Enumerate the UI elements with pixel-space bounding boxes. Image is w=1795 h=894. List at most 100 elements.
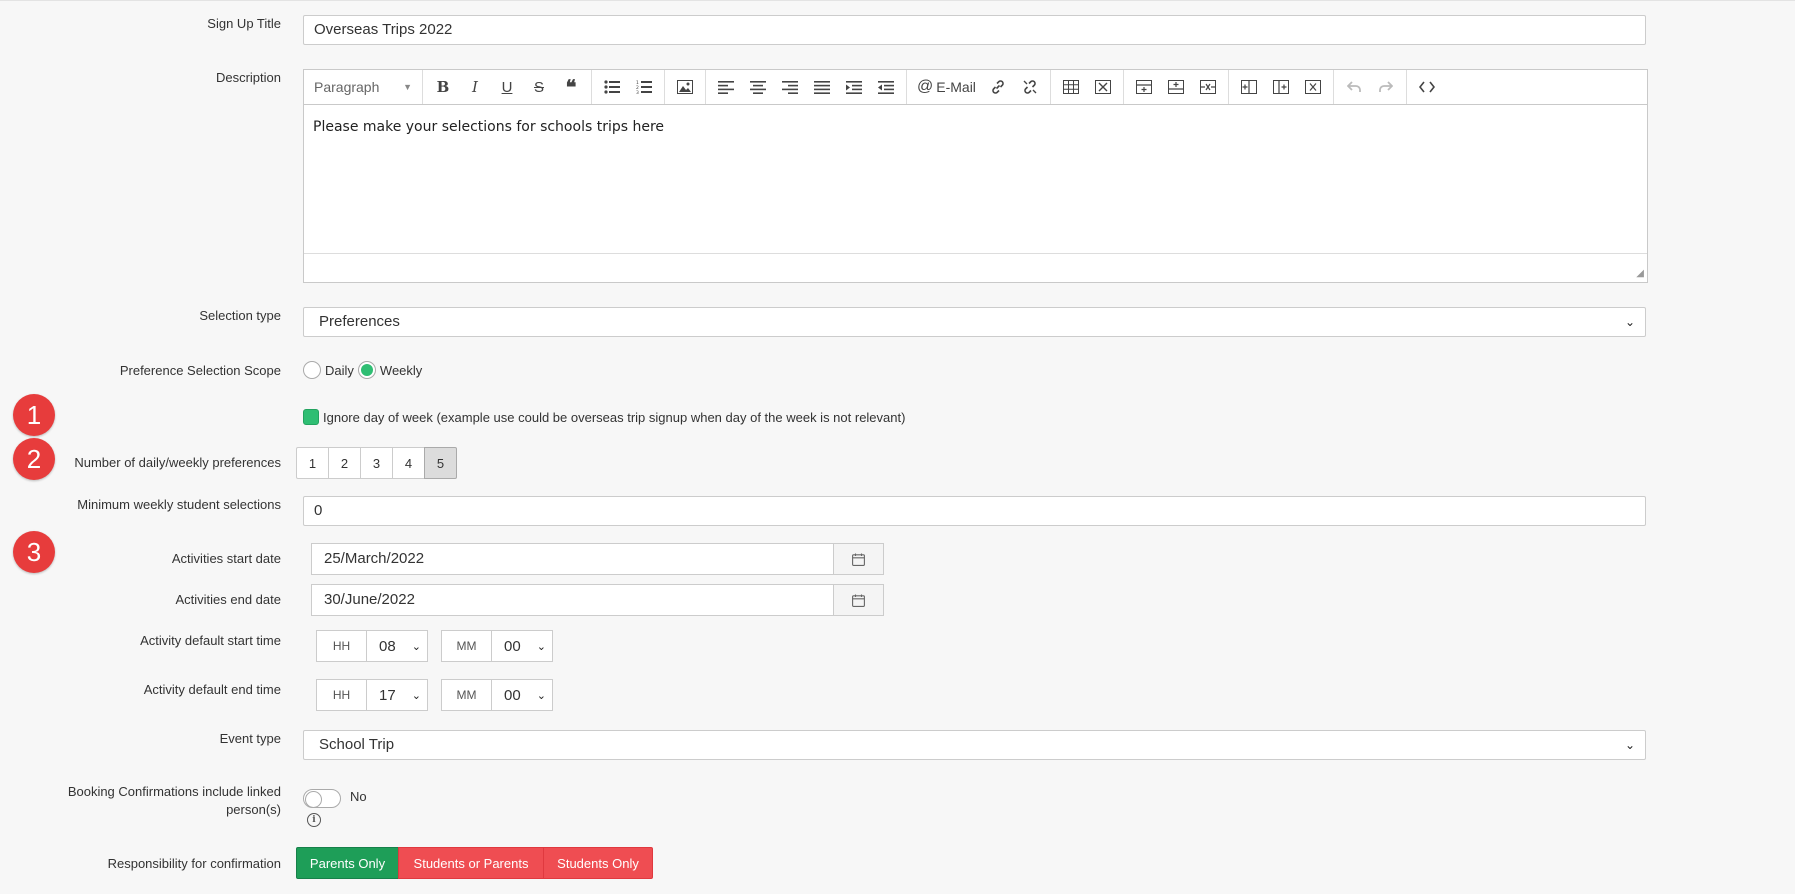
end-mm-label: MM: [441, 679, 492, 711]
default-end-time-label: Activity default end time: [143, 682, 281, 697]
step-marker-1: 1: [13, 394, 55, 436]
bullet-list-icon[interactable]: [596, 73, 628, 101]
bold-icon[interactable]: B: [427, 73, 459, 101]
chevron-down-icon: ⌄: [1624, 315, 1635, 329]
chevron-down-icon: ⌄: [536, 640, 546, 653]
email-link-button[interactable]: @ E-Mail: [911, 73, 982, 101]
pref-count-4[interactable]: 4: [392, 447, 425, 479]
table-icon[interactable]: [1055, 73, 1087, 101]
block-format-value: Paragraph: [314, 79, 380, 95]
description-label: Description: [215, 70, 281, 85]
chevron-down-icon: ⌄: [536, 689, 546, 702]
delete-column-icon[interactable]: [1297, 73, 1329, 101]
underline-icon[interactable]: U: [491, 73, 523, 101]
booking-linked-value: No: [350, 789, 367, 804]
end-hh-label: HH: [316, 679, 367, 711]
pref-count-5[interactable]: 5: [424, 447, 457, 479]
event-type-label: Event type: [219, 731, 281, 746]
step-marker-2: 2: [13, 438, 55, 480]
ignore-day-label: Ignore day of week (example use could be…: [323, 409, 906, 425]
pref-count-3[interactable]: 3: [360, 447, 393, 479]
event-type-select[interactable]: School Trip ⌄: [303, 730, 1646, 760]
undo-icon[interactable]: [1338, 73, 1370, 101]
image-icon[interactable]: [669, 73, 701, 101]
signup-title-input[interactable]: Overseas Trips 2022: [303, 15, 1646, 45]
radio-daily-label: Daily: [325, 362, 354, 378]
min-weekly-input[interactable]: 0: [303, 496, 1646, 526]
calendar-icon[interactable]: [833, 585, 883, 615]
insert-column-before-icon[interactable]: [1233, 73, 1265, 101]
editor-statusbar: ◢: [304, 254, 1647, 282]
booking-linked-label: Booking Confirmations include linked per…: [67, 784, 281, 817]
end-minute-picker: MM 00 ⌄: [441, 679, 553, 711]
email-link-label: E-Mail: [936, 79, 976, 95]
start-mm-select[interactable]: 00 ⌄: [492, 630, 553, 662]
preference-scope-label: Preference Selection Scope: [119, 363, 281, 378]
start-hh-value: 08: [379, 637, 396, 655]
end-date-label: Activities end date: [175, 592, 281, 607]
start-hh-select[interactable]: 08 ⌄: [367, 630, 428, 662]
end-hh-select[interactable]: 17 ⌄: [367, 679, 428, 711]
italic-icon[interactable]: I: [459, 73, 491, 101]
responsibility-group: Parents Only Students or Parents Student…: [296, 847, 653, 879]
ignore-day-row: Ignore day of week (example use could be…: [303, 409, 905, 425]
pref-count-1[interactable]: 1: [296, 447, 329, 479]
start-minute-picker: MM 00 ⌄: [441, 630, 553, 662]
link-icon[interactable]: [982, 73, 1014, 101]
block-format-select[interactable]: Paragraph ▼: [308, 73, 418, 101]
description-editor: Paragraph ▼ B I U S ❝ 123 @ E-Mail Pleas…: [303, 69, 1648, 283]
chevron-down-icon: ⌄: [411, 689, 421, 702]
align-left-icon[interactable]: [710, 73, 742, 101]
pref-count-2[interactable]: 2: [328, 447, 361, 479]
top-divider: [0, 0, 1795, 1]
numbered-list-icon[interactable]: 123: [628, 73, 660, 101]
info-icon[interactable]: i: [307, 813, 321, 827]
responsibility-students-or-parents[interactable]: Students or Parents: [398, 847, 544, 879]
start-date-picker: 25/March/2022: [311, 543, 884, 575]
description-editor-content[interactable]: Please make your selections for schools …: [304, 105, 1647, 254]
step-marker-3: 3: [13, 531, 55, 573]
insert-row-after-icon[interactable]: [1160, 73, 1192, 101]
insert-column-after-icon[interactable]: [1265, 73, 1297, 101]
resize-handle-icon[interactable]: ◢: [1636, 268, 1644, 279]
end-hh-value: 17: [379, 686, 396, 704]
preference-scope-radios: Daily Weekly: [303, 361, 426, 379]
booking-linked-toggle[interactable]: [303, 789, 341, 808]
delete-row-icon[interactable]: [1192, 73, 1224, 101]
radio-daily[interactable]: [303, 361, 321, 379]
signup-title-label: Sign Up Title: [207, 16, 281, 31]
align-right-icon[interactable]: [774, 73, 806, 101]
start-hh-label: HH: [316, 630, 367, 662]
radio-weekly[interactable]: [357, 361, 376, 379]
event-type-value: School Trip: [319, 736, 395, 753]
chevron-down-icon: ⌄: [1624, 738, 1635, 752]
align-justify-icon[interactable]: [806, 73, 838, 101]
end-mm-select[interactable]: 00 ⌄: [492, 679, 553, 711]
ignore-day-checkbox[interactable]: [303, 409, 319, 425]
insert-row-before-icon[interactable]: [1128, 73, 1160, 101]
selection-type-select[interactable]: Preferences ⌄: [303, 307, 1646, 337]
min-weekly-label: Minimum weekly student selections: [77, 497, 281, 512]
start-date-label: Activities start date: [171, 551, 281, 566]
caret-down-icon: ▼: [403, 82, 412, 92]
source-code-icon[interactable]: [1411, 73, 1443, 101]
strikethrough-icon[interactable]: S: [523, 73, 555, 101]
start-mm-label: MM: [441, 630, 492, 662]
responsibility-parents-only[interactable]: Parents Only: [296, 847, 399, 879]
redo-icon[interactable]: [1370, 73, 1402, 101]
blockquote-icon[interactable]: ❝: [555, 73, 587, 101]
selection-type-label: Selection type: [199, 308, 281, 323]
align-center-icon[interactable]: [742, 73, 774, 101]
end-date-input[interactable]: 30/June/2022: [312, 585, 833, 615]
calendar-icon[interactable]: [833, 544, 883, 574]
responsibility-students-only[interactable]: Students Only: [543, 847, 653, 879]
editor-toolbar: Paragraph ▼ B I U S ❝ 123 @ E-Mail: [304, 70, 1647, 105]
unlink-icon[interactable]: [1014, 73, 1046, 101]
indent-icon[interactable]: [838, 73, 870, 101]
start-date-input[interactable]: 25/March/2022: [312, 544, 833, 574]
responsibility-label: Responsibility for confirmation: [107, 856, 281, 871]
delete-table-icon[interactable]: [1087, 73, 1119, 101]
svg-text:3: 3: [636, 90, 639, 94]
outdent-icon[interactable]: [870, 73, 902, 101]
start-mm-value: 00: [504, 637, 521, 655]
